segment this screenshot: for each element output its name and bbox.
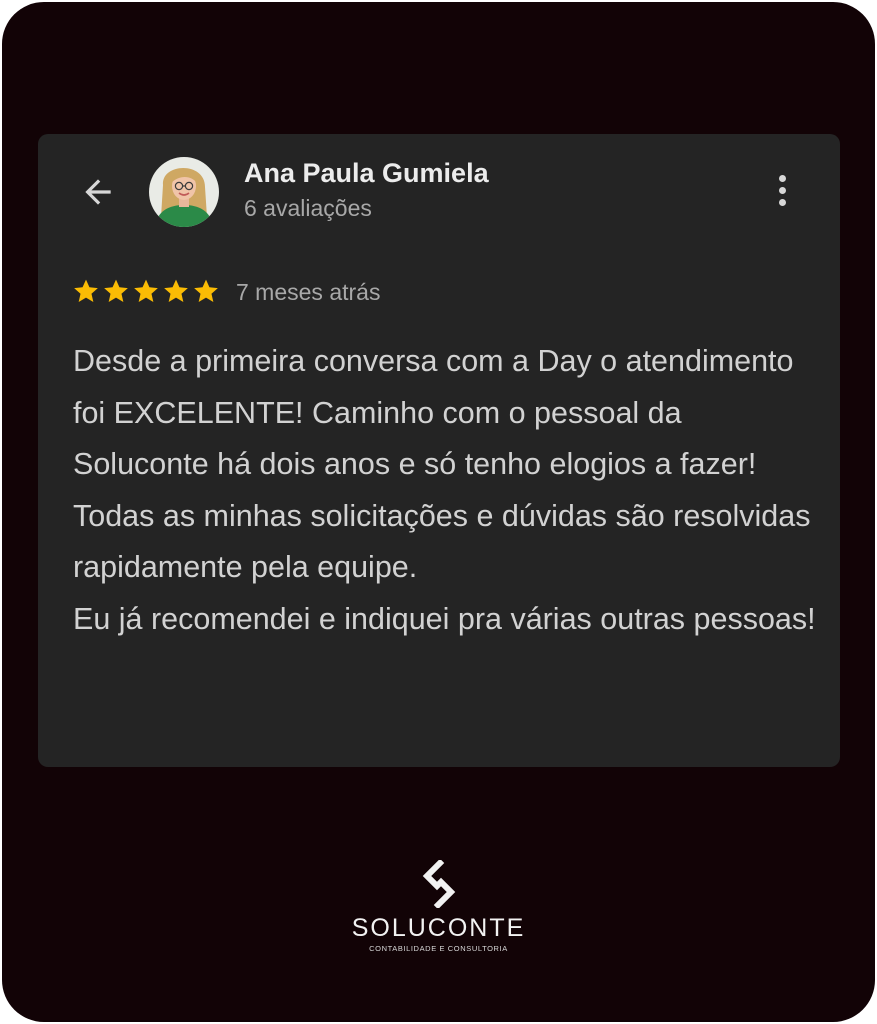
review-text: Desde a primeira conversa com a Day o at…	[73, 336, 818, 645]
review-paragraph: Todas as minhas solicitações e dúvidas s…	[73, 498, 811, 585]
star-icon	[134, 279, 158, 302]
star-icon	[164, 279, 188, 302]
star-icon	[74, 279, 98, 302]
review-time: 7 meses atrás	[236, 279, 381, 305]
star-icon	[194, 279, 218, 302]
back-button[interactable]	[74, 168, 122, 216]
soluconte-logo-mark	[422, 860, 455, 908]
more-vertical-icon-dot	[778, 174, 786, 182]
screenshot-frame: Ana Paula Gumiela 6 avaliações 7 meses a…	[2, 2, 875, 1022]
more-vertical-icon-dot	[778, 186, 786, 194]
avatar-photo	[149, 157, 219, 227]
brand-tagline: CONTABILIDADE E CONSULTORIA	[369, 944, 508, 953]
reviewer-avatar[interactable]	[149, 157, 219, 227]
brand-name: SOLUCONTE	[351, 914, 526, 942]
more-vertical-icon-dot	[778, 198, 786, 206]
review-card: Ana Paula Gumiela 6 avaliações 7 meses a…	[38, 134, 840, 767]
reviewer-review-count: 6 avaliações	[244, 195, 372, 221]
review-paragraph: Eu já recomendei e indiquei pra várias o…	[73, 601, 816, 636]
review-paragraph: Desde a primeira conversa com a Day o at…	[73, 344, 794, 481]
reviewer-name[interactable]: Ana Paula Gumiela	[244, 158, 489, 189]
star-icon	[104, 279, 128, 302]
brand-logo: SOLUCONTE CONTABILIDADE E CONSULTORIA	[2, 860, 875, 953]
more-options-button[interactable]	[762, 168, 802, 212]
arrow-left-icon	[85, 179, 111, 205]
star-rating	[72, 277, 220, 305]
